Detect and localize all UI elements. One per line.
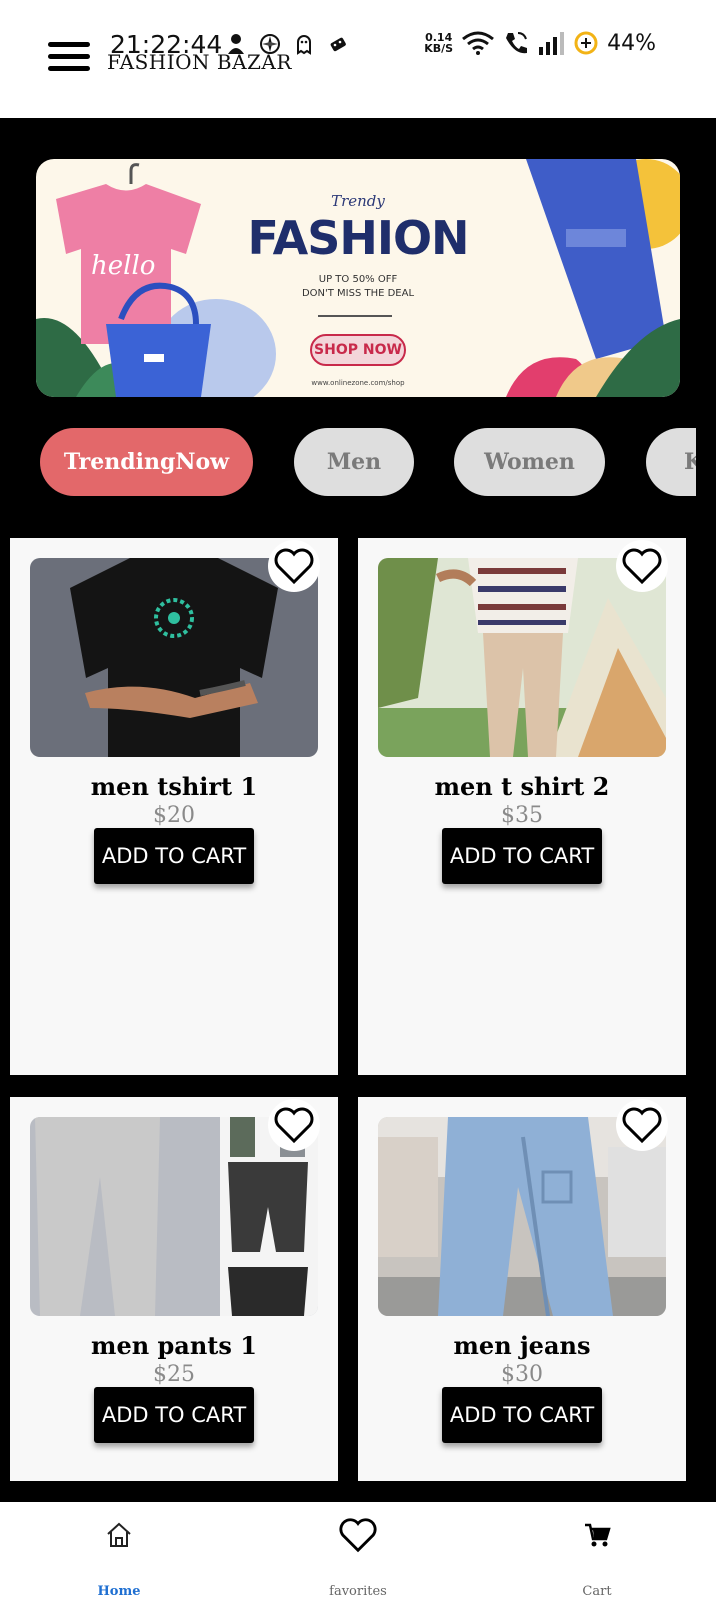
system-status: 0.14 KB/S 44% xyxy=(424,30,656,56)
product-card[interactable]: men pants 1 $25 ADD TO CART xyxy=(10,1097,338,1481)
battery-percent: 44% xyxy=(607,30,656,56)
product-name: men t shirt 2 xyxy=(434,772,610,801)
favorite-button[interactable] xyxy=(616,540,668,592)
heart-icon xyxy=(274,548,314,585)
product-image[interactable] xyxy=(378,558,666,757)
banner-url: www.onlinezone.com/shop xyxy=(311,379,405,387)
net-speed: 0.14 KB/S xyxy=(424,32,453,54)
product-price: $30 xyxy=(501,1362,543,1387)
product-image[interactable] xyxy=(30,1117,318,1316)
banner-discount: UP TO 50% OFF xyxy=(318,274,398,285)
wifi-icon xyxy=(462,31,495,55)
heart-icon xyxy=(339,1518,377,1553)
favorite-button[interactable] xyxy=(616,1099,668,1151)
banner-tagline: DON'T MISS THE DEAL xyxy=(301,288,415,299)
patterned-tshirt-image xyxy=(378,558,666,757)
battery-saver-icon xyxy=(574,31,598,55)
nav-cart-label: Cart xyxy=(582,1584,612,1599)
product-card[interactable]: men tshirt 1 $20 ADD TO CART xyxy=(10,538,338,1075)
banner-headline: FASHION xyxy=(247,211,469,265)
tab-men[interactable]: Men xyxy=(294,428,414,496)
heart-icon xyxy=(274,1107,314,1144)
product-name: men pants 1 xyxy=(91,1331,257,1360)
product-name: men jeans xyxy=(453,1331,591,1360)
wifi-call-icon xyxy=(506,32,528,54)
product-price: $25 xyxy=(153,1362,195,1387)
banner-kicker: Trendy xyxy=(331,192,385,210)
tab-women[interactable]: Women xyxy=(454,428,605,496)
add-to-cart-button[interactable]: ADD TO CART xyxy=(442,1387,602,1443)
signal-icon xyxy=(539,32,565,55)
product-price: $35 xyxy=(501,803,543,828)
notification-icons xyxy=(224,32,350,56)
nav-home-label: Home xyxy=(97,1584,141,1599)
promo-banner[interactable]: hello Trendy FASHION UP TO 50% OFF DON'T… xyxy=(36,159,680,397)
nav-cart[interactable]: Cart xyxy=(537,1502,657,1600)
hamburger-menu-icon[interactable] xyxy=(48,42,90,76)
nav-favorites[interactable]: favorites xyxy=(298,1502,418,1600)
category-tabs: TrendingNow Men Women K xyxy=(40,428,696,498)
add-to-cart-button[interactable]: ADD TO CART xyxy=(94,828,254,884)
nav-favorites-label: favorites xyxy=(329,1584,387,1599)
banner-divider xyxy=(318,315,392,317)
tab-kids-partial[interactable]: K xyxy=(646,428,696,496)
agent-icon xyxy=(228,34,244,54)
home-icon xyxy=(107,1522,131,1547)
product-card[interactable]: men jeans $30 ADD TO CART xyxy=(358,1097,686,1481)
shop-now-button[interactable]: SHOP NOW xyxy=(310,334,406,366)
add-to-cart-button[interactable]: ADD TO CART xyxy=(442,828,602,884)
compass-icon xyxy=(260,34,280,54)
black-tshirt-image xyxy=(30,558,318,757)
grey-pants-image xyxy=(30,1117,318,1316)
favorite-button[interactable] xyxy=(268,540,320,592)
product-name: men tshirt 1 xyxy=(90,772,258,801)
net-speed-unit: KB/S xyxy=(424,42,454,55)
bottom-navigation: Home favorites Cart xyxy=(0,1502,716,1600)
heart-icon xyxy=(622,1107,662,1144)
product-price: $20 xyxy=(153,803,195,828)
product-card[interactable]: men t shirt 2 $35 ADD TO CART xyxy=(358,538,686,1075)
game-icon xyxy=(330,37,346,52)
blue-jeans-image xyxy=(378,1117,666,1316)
product-image[interactable] xyxy=(378,1117,666,1316)
add-to-cart-button[interactable]: ADD TO CART xyxy=(94,1387,254,1443)
tab-trending-now[interactable]: TrendingNow xyxy=(40,428,253,496)
app-header: FASHION BAZAR 21:22:44 0.14 KB/S 44% xyxy=(0,0,716,118)
ghost-icon xyxy=(297,35,311,55)
product-image[interactable] xyxy=(30,558,318,757)
status-time: 21:22:44 xyxy=(110,30,223,59)
nav-home[interactable]: Home xyxy=(59,1502,179,1600)
heart-icon xyxy=(622,548,662,585)
cart-icon xyxy=(585,1523,611,1547)
favorite-button[interactable] xyxy=(268,1099,320,1151)
